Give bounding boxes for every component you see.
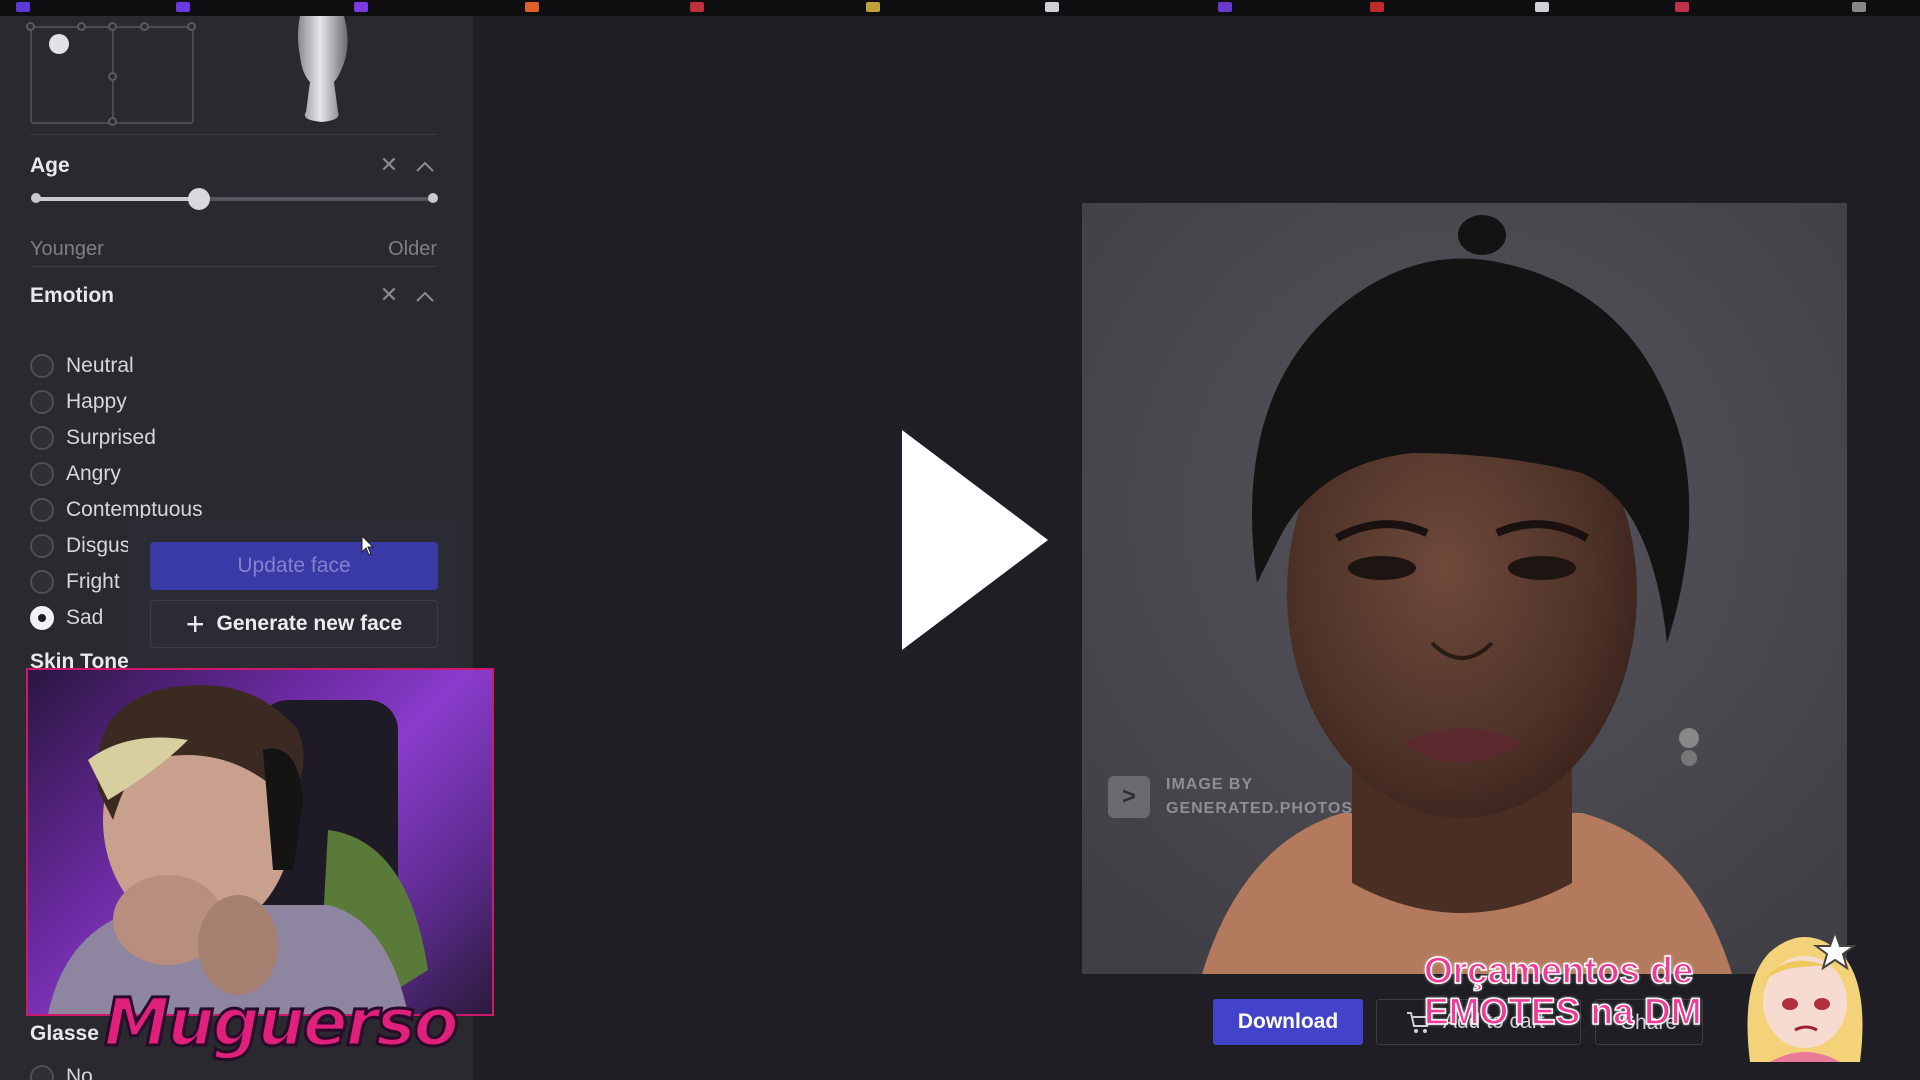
generated-face-image: > IMAGE BY GENERATED.PHOTOS [1082,203,1847,974]
slider-max-dot [428,193,438,203]
grid-node [26,22,35,31]
tab-favicon[interactable] [176,2,190,12]
tab-favicon[interactable] [525,2,539,12]
radio-label: Neutral [66,354,134,377]
radio-button[interactable] [30,426,54,450]
age-slider-fill [36,197,200,201]
grid-node [108,117,117,126]
glasses-section-title: Glasse [30,1022,99,1045]
radio-button[interactable] [30,606,54,630]
grid-node [108,22,117,31]
promo-line: EMOTES na DM [1423,990,1702,1033]
tab-favicon[interactable] [1535,2,1549,12]
tab-favicon[interactable] [1045,2,1059,12]
radio-button[interactable] [30,354,54,378]
emotion-option-happy[interactable]: Happy [30,387,127,417]
plus-icon: + [185,606,205,642]
radio-label: Sad [66,606,104,629]
face-actions-popover: Update face + Generate new face [128,518,462,668]
tab-favicon[interactable] [866,2,880,12]
grid-node [77,22,86,31]
watermark-line: IMAGE BY [1166,776,1254,793]
update-face-button[interactable]: Update face [150,542,438,590]
emotion-option-neutral[interactable]: Neutral [30,351,134,381]
radio-button[interactable] [30,534,54,558]
radio-label: Happy [66,390,127,413]
close-icon[interactable]: ✕ [378,154,400,176]
age-slider-handle[interactable] [188,188,211,210]
promo-line: Orçamentos de [1423,949,1694,992]
radio-button[interactable] [30,462,54,486]
age-max-label: Older [388,238,437,260]
tab-favicon[interactable] [1370,2,1384,12]
generate-new-face-button[interactable]: + Generate new face [150,600,438,648]
tab-favicon[interactable] [1675,2,1689,12]
radio-label: Angry [66,462,121,485]
section-divider [30,266,437,267]
age-min-label: Younger [30,238,104,260]
tab-favicon[interactable] [16,2,30,12]
watermark-line: GENERATED.PHOTOS [1166,800,1353,817]
head-pose-handle[interactable] [49,34,69,54]
browser-tab-strip [0,0,1920,16]
grid-node [140,22,149,31]
tab-favicon[interactable] [1218,2,1232,12]
emotion-section-title: Emotion [30,284,114,307]
grid-node [108,72,117,81]
generated-photos-watermark: > IMAGE BY GENERATED.PHOTOS [1108,773,1353,821]
emotes-promo-text: Orçamentos de EMOTES na DM [1423,949,1702,1033]
emotion-option-surprised[interactable]: Surprised [30,423,156,453]
radio-button[interactable] [30,498,54,522]
chevron-up-icon[interactable] [414,156,436,178]
slider-min-dot [31,193,41,203]
age-section-title: Age [30,154,70,177]
grid-node [187,22,196,31]
radio-button[interactable] [30,390,54,414]
play-icon[interactable] [900,430,1050,650]
streamer-logo: Muguerso [103,983,461,1063]
radio-button[interactable] [30,1065,54,1080]
streamer-webcam [26,668,494,1016]
tab-favicon[interactable] [690,2,704,12]
head-bust-preview [298,16,348,122]
emotion-option-sad[interactable]: Sad [30,603,103,633]
streamer-video [48,685,428,1014]
radio-label: No [66,1065,93,1080]
radio-label: Surprised [66,426,156,449]
radio-label: Fright [66,570,120,593]
tab-favicon[interactable] [1852,2,1866,12]
generated-photos-logo-icon: > [1108,776,1150,818]
watermark-text: IMAGE BY GENERATED.PHOTOS [1166,773,1353,821]
glasses-option-no[interactable]: No [30,1062,93,1080]
radio-label: Disgus [66,534,131,557]
emotion-option-disgusted[interactable]: Disgus [30,531,130,561]
cursor-icon [361,535,375,556]
close-icon[interactable]: ✕ [378,284,400,306]
radio-button[interactable] [30,570,54,594]
section-divider [30,134,437,135]
generate-new-face-label: Generate new face [216,612,403,635]
tab-favicon[interactable] [354,2,368,12]
download-button[interactable]: Download [1213,999,1363,1045]
emotion-option-angry[interactable]: Angry [30,459,121,489]
face-photo [1082,203,1847,974]
emotion-option-frightened[interactable]: Fright [30,567,120,597]
chevron-up-icon[interactable] [414,286,436,308]
anime-mascot [1747,929,1863,1062]
